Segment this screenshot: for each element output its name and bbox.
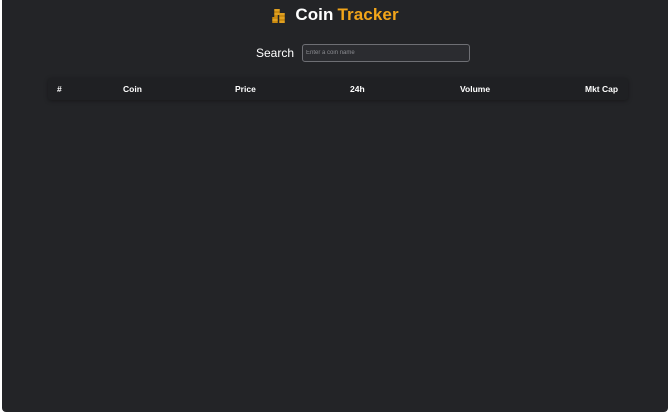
page-header: Coin Tracker — [2, 4, 668, 26]
column-header-coin[interactable]: Coin — [123, 78, 142, 100]
search-input[interactable] — [302, 44, 471, 62]
coin-stack-icon — [271, 6, 287, 24]
page-title: Coin Tracker — [295, 5, 398, 25]
search-label: Search — [255, 46, 295, 60]
title-coin: Coin — [295, 5, 334, 24]
title-tracker: Tracker — [337, 5, 399, 24]
coin-table-header: # Coin Price 24h Volume Mkt Cap — [48, 78, 628, 100]
column-header-rank[interactable]: # — [57, 78, 62, 100]
column-header-24h[interactable]: 24h — [350, 78, 365, 100]
column-header-price[interactable]: Price — [235, 78, 256, 100]
app-window: CoinTracker Search # Coin Price 24h Volu… — [2, 0, 668, 412]
column-header-mkt-cap[interactable]: Mkt Cap — [585, 78, 618, 100]
column-header-volume[interactable]: Volume — [460, 78, 490, 100]
search-bar: Search — [2, 44, 668, 62]
search-group: Search — [255, 44, 471, 62]
